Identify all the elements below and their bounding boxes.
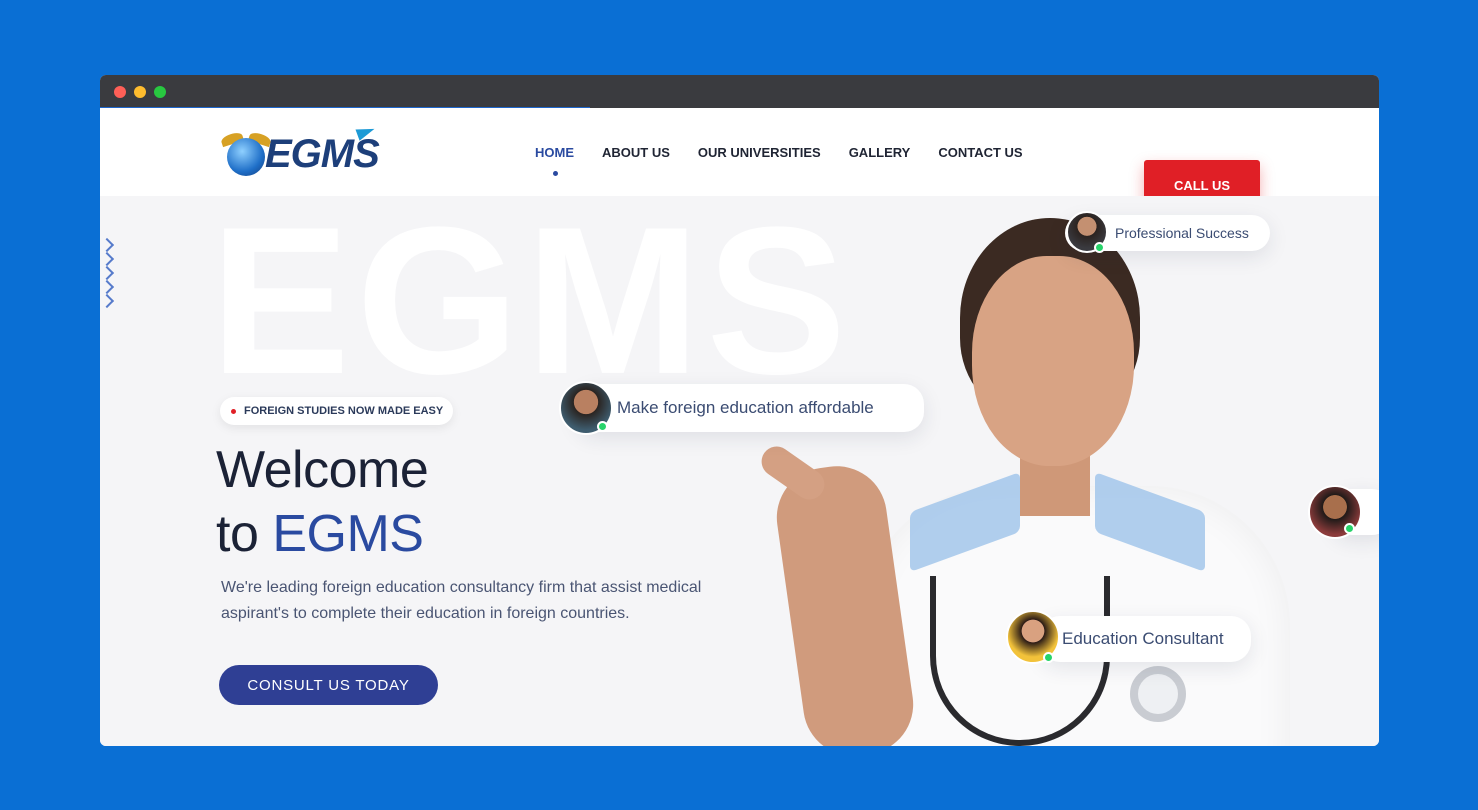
hero-title: Welcome to EGMS [216,438,429,566]
hero-title-accent: EGMS [272,505,424,563]
hero-title-prefix: to [216,505,259,563]
floating-card-consultant-label: Education Consultant [1062,629,1224,648]
online-status-icon [597,421,608,432]
minimize-window-button[interactable] [134,86,146,98]
hero-title-line1: Welcome [216,441,429,499]
floating-card-consultant: Education Consultant [1040,616,1251,662]
badge-dot-icon [231,409,236,414]
site-logo[interactable]: EGMS [219,123,387,180]
consult-us-today-button[interactable]: CONSULT US TODAY [219,665,438,705]
floating-card-affordable-label: Make foreign education affordable [617,398,874,417]
hero-badge: FOREIGN STUDIES NOW MADE EASY [220,397,454,425]
online-status-icon [1094,242,1105,253]
maximize-window-button[interactable] [154,86,166,98]
hero-section: EGMS FOREIGN STUDIES NOW MADE EASY Welco… [100,196,1379,746]
chevron-decoration-icon [100,237,118,320]
globe-icon [227,138,265,176]
hero-description: We're leading foreign education consulta… [221,579,702,622]
site-header: EGMS HOME ABOUT US OUR UNIVERSITIES GALL… [100,108,1379,210]
nav-about-us[interactable]: ABOUT US [602,145,670,160]
hero-badge-label: FOREIGN STUDIES NOW MADE EASY [244,405,444,417]
nav-home[interactable]: HOME [535,145,574,176]
nav-contact-us[interactable]: CONTACT US [938,145,1022,160]
browser-window: EGMS HOME ABOUT US OUR UNIVERSITIES GALL… [100,75,1379,746]
floating-card-professional-label: Professional Success [1115,225,1249,241]
browser-titlebar [100,75,1379,109]
online-status-icon [1043,652,1054,663]
doctor-hero-image [750,196,1379,746]
nav-our-universities[interactable]: OUR UNIVERSITIES [698,145,821,160]
online-status-icon [1344,523,1355,534]
close-window-button[interactable] [114,86,126,98]
floating-card-affordable: Make foreign education affordable [576,384,924,432]
active-indicator-icon [552,171,558,176]
main-nav: HOME ABOUT US OUR UNIVERSITIES GALLERY C… [535,145,1023,176]
nav-gallery[interactable]: GALLERY [849,145,911,160]
